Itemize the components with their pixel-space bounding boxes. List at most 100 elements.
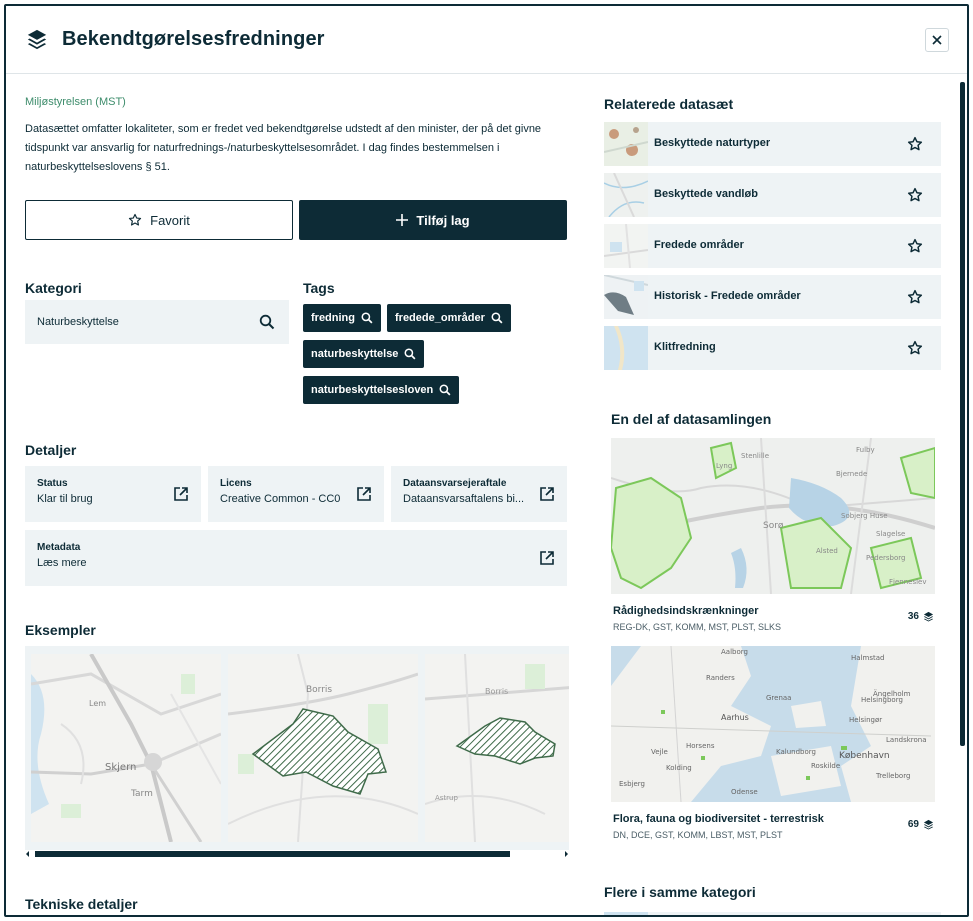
example-map-image[interactable]: Lem Skjern Tarm <box>30 653 222 843</box>
scrollbar-thumb[interactable] <box>35 851 510 857</box>
map-label: Stenlille <box>741 452 769 460</box>
map-label: København <box>839 751 890 761</box>
star-icon[interactable] <box>907 340 923 356</box>
chevron-left-icon[interactable] <box>25 851 31 857</box>
layers-icon <box>923 611 934 622</box>
dataset-thumbnail <box>604 326 648 370</box>
collection-count: 36 <box>908 611 934 622</box>
map-label: Lem <box>89 699 106 708</box>
tag-fredning[interactable]: fredning <box>303 304 381 332</box>
related-title: Relaterede datasæt <box>604 96 734 112</box>
page-title: Bekendtgørelsesfredninger <box>62 28 325 50</box>
category-box[interactable]: Naturbeskyttelse <box>25 300 289 344</box>
collections-title: En del af datasamlingen <box>611 411 772 427</box>
map-label: Borris <box>306 685 332 695</box>
add-layer-button[interactable]: Tilføj lag <box>299 200 567 240</box>
map-label: Roskilde <box>811 762 840 770</box>
tag-label: naturbeskyttelsesloven <box>311 384 434 396</box>
favorite-button[interactable]: Favorit <box>25 200 293 240</box>
related-item[interactable]: Klitfredning <box>604 326 941 370</box>
search-icon <box>361 312 373 324</box>
map-label: Borris <box>485 687 508 696</box>
external-link-icon <box>540 551 554 565</box>
layer-count: 36 <box>907 611 919 622</box>
map-label: Alsted <box>816 547 838 555</box>
tag-label: fredede_områder <box>395 312 485 324</box>
examples-carousel[interactable]: Lem Skjern Tarm Borris Borris Astrup <box>25 646 569 850</box>
collection-orgs: REG-DK, GST, KOMM, MST, PLST, SLKS <box>613 622 782 632</box>
related-label: Historisk - Fredede områder <box>654 290 801 302</box>
related-label: Klitfredning <box>654 341 716 353</box>
vertical-scrollbar[interactable] <box>960 82 965 746</box>
collection-count: 69 <box>908 819 934 830</box>
category-title: Kategori <box>25 280 82 296</box>
map-label: Odense <box>731 788 758 796</box>
more-category-item[interactable] <box>604 912 941 915</box>
star-icon[interactable] <box>907 238 923 254</box>
dataset-thumbnail <box>604 912 648 915</box>
layers-icon <box>27 29 47 50</box>
collection-map-image[interactable]: Fulby Stenlille Lyng Bjernede Sorø Alste… <box>611 438 935 594</box>
map-label: Trelleborg <box>875 772 910 780</box>
related-label: Fredede områder <box>654 239 744 251</box>
example-map-image[interactable]: Borris Astrup <box>424 653 569 843</box>
map-label: Aarhus <box>721 713 749 722</box>
map-label: Astrup <box>435 794 458 802</box>
detail-status[interactable]: Status Klar til brug <box>25 466 201 522</box>
detail-label: Licens <box>220 478 252 489</box>
dataset-thumbnail <box>604 275 648 319</box>
related-item[interactable]: Historisk - Fredede områder <box>604 275 941 319</box>
tag-label: naturbeskyttelse <box>311 348 399 360</box>
map-label: Ängelholm <box>873 689 911 698</box>
search-icon <box>259 314 275 330</box>
dataset-modal: Bekendtgørelsesfredninger Miljøstyrelsen… <box>4 4 969 917</box>
tag-fredede-omraader[interactable]: fredede_områder <box>387 304 511 332</box>
details-title: Detaljer <box>25 442 77 458</box>
collection-map-image[interactable]: Aalborg Halmstad Randers Grenaa Helsingb… <box>611 646 935 802</box>
more-category-title: Flere i samme kategori <box>604 884 756 900</box>
tag-naturbeskyttelsesloven[interactable]: naturbeskyttelsesloven <box>303 376 460 404</box>
map-label: Bjernede <box>836 470 867 478</box>
detail-metadata[interactable]: Metadata Læs mere <box>25 530 567 586</box>
star-icon[interactable] <box>907 289 923 305</box>
map-label: Helsingør <box>849 716 882 724</box>
collection-name[interactable]: Flora, fauna og biodiversitet - terrestr… <box>613 813 824 825</box>
map-label: Sorø <box>763 521 784 531</box>
layer-count: 69 <box>907 819 919 830</box>
star-icon[interactable] <box>907 136 923 152</box>
search-icon <box>491 312 503 324</box>
map-label: Lyng <box>716 462 732 470</box>
example-map-image[interactable]: Borris <box>227 653 419 843</box>
related-item[interactable]: Beskyttede naturtyper <box>604 122 941 166</box>
related-item[interactable]: Beskyttede vandløb <box>604 173 941 217</box>
detail-value: Klar til brug <box>37 493 93 505</box>
map-label: Landskrona <box>886 736 927 744</box>
search-icon <box>404 348 416 360</box>
map-label: Kolding <box>666 764 692 772</box>
chevron-right-icon[interactable] <box>563 851 569 857</box>
map-label: Tarm <box>130 789 153 799</box>
collection-name[interactable]: Rådighedsindskrænkninger <box>613 605 758 617</box>
map-label: Sobjerg Huse <box>841 512 888 520</box>
detail-label: Dataansvarsejeraftale <box>403 478 507 489</box>
external-link-icon <box>540 487 554 501</box>
external-link-icon <box>174 487 188 501</box>
star-icon[interactable] <box>907 187 923 203</box>
map-label: Pedersborg <box>866 554 905 562</box>
organization-link[interactable]: Miljøstyrelsen (MST) <box>25 96 126 108</box>
external-link-icon <box>357 487 371 501</box>
detail-dataansvarsejeraftale[interactable]: Dataansvarsejeraftale Dataansvarsaftalen… <box>391 466 567 522</box>
related-label: Beskyttede naturtyper <box>654 137 771 149</box>
close-icon <box>932 35 942 45</box>
tag-naturbeskyttelse[interactable]: naturbeskyttelse <box>303 340 425 368</box>
dataset-thumbnail <box>604 224 648 268</box>
map-label: Skjern <box>105 762 136 773</box>
technical-details-title: Tekniske detaljer <box>25 896 138 912</box>
related-item[interactable]: Fredede områder <box>604 224 941 268</box>
close-button[interactable] <box>925 28 949 52</box>
map-label: Grenaa <box>766 694 791 702</box>
tags-title: Tags <box>303 280 335 296</box>
detail-licens[interactable]: Licens Creative Common - CC0 <box>208 466 384 522</box>
tag-label: fredning <box>311 312 355 324</box>
horizontal-scrollbar[interactable] <box>25 850 569 858</box>
